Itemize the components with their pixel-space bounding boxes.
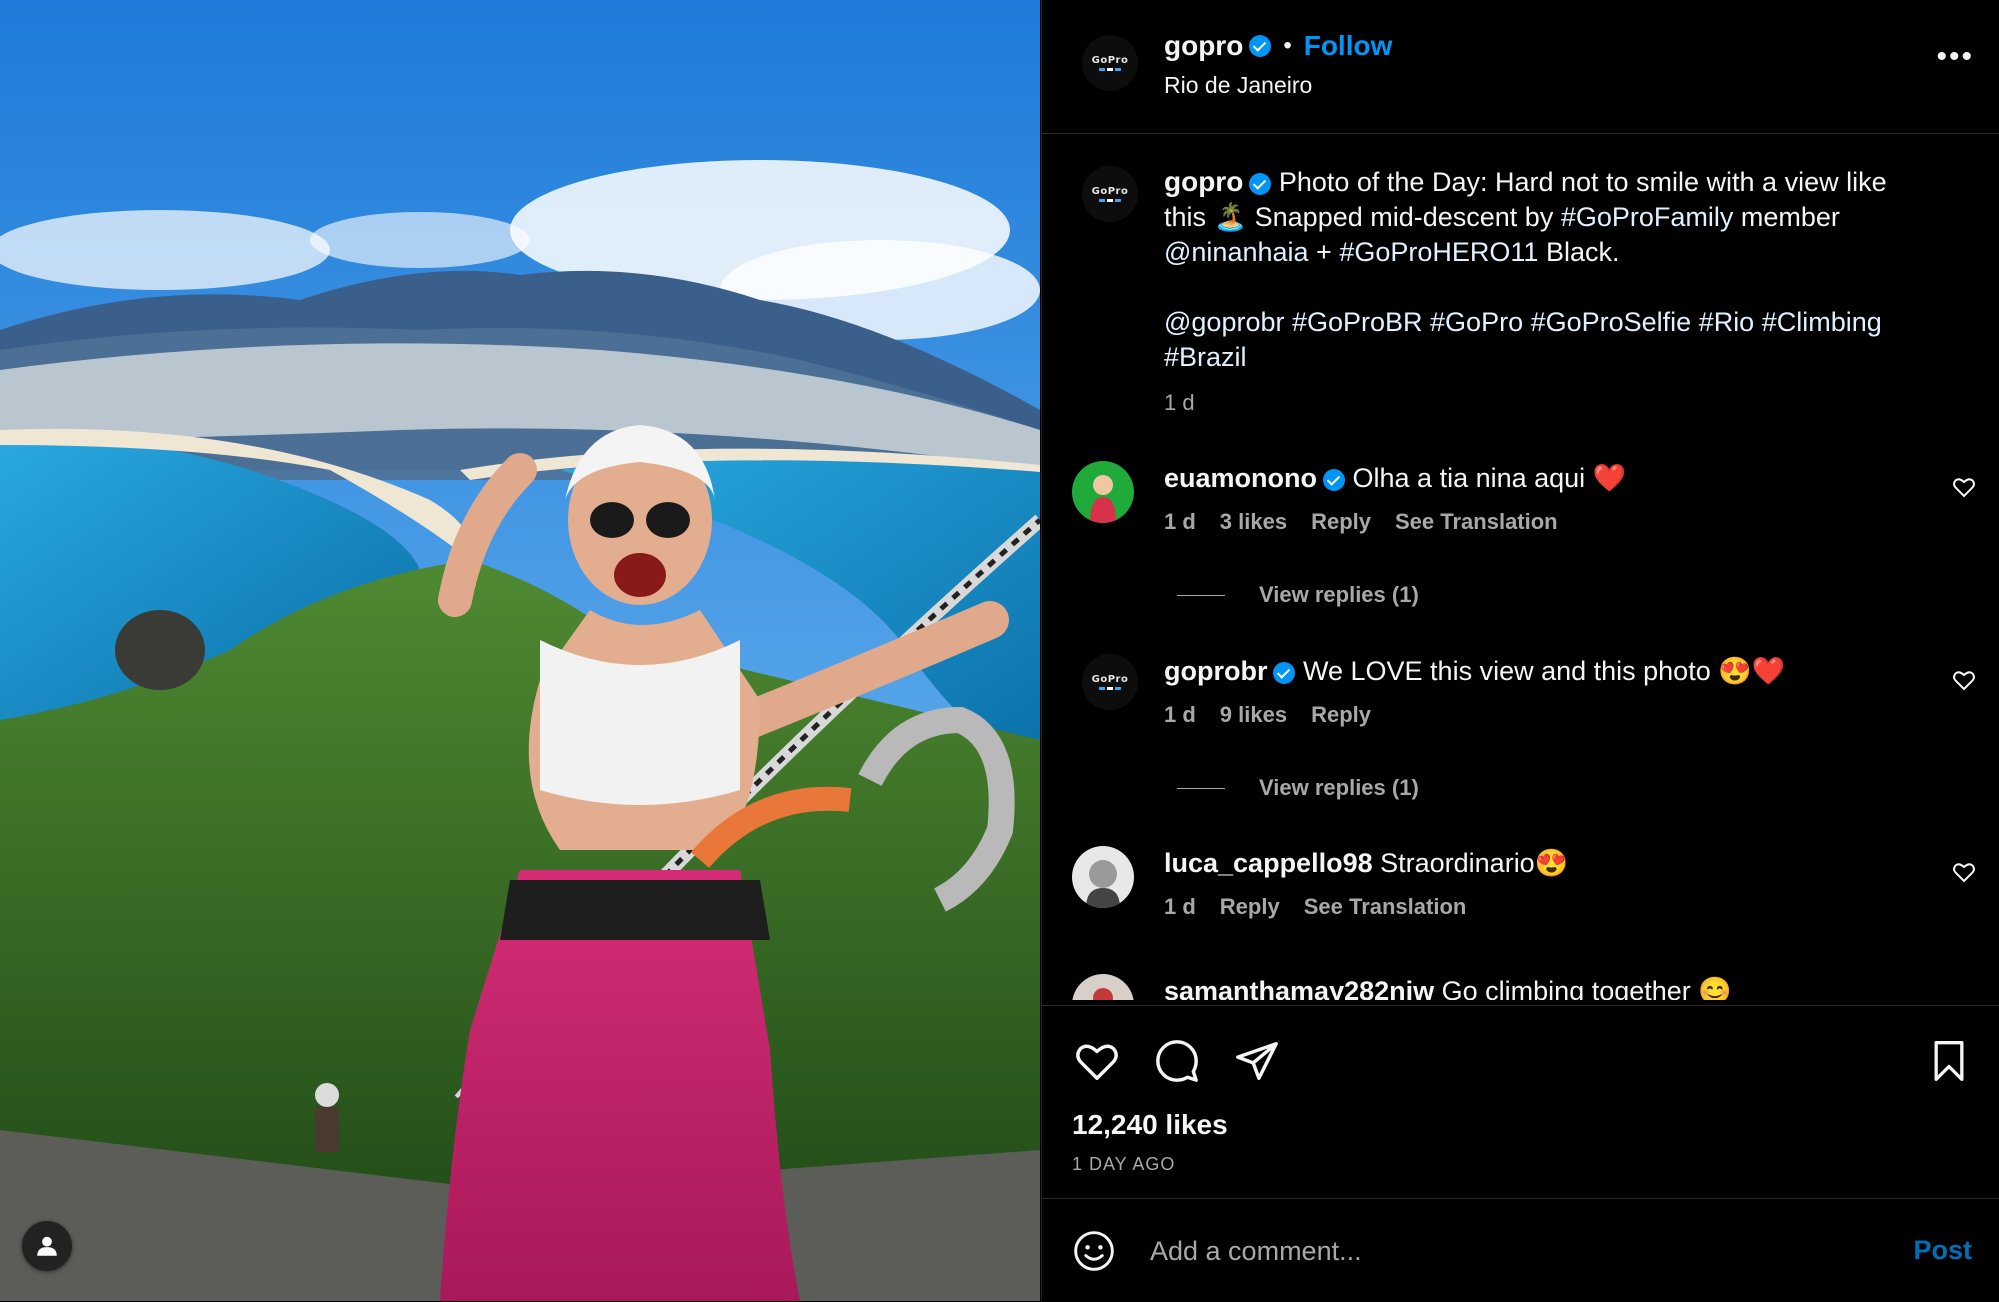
caption-text: Black. — [1545, 237, 1620, 267]
see-translation-button[interactable]: See Translation — [1304, 894, 1467, 920]
post-action-bar: 12,240 likes 1 DAY AGO — [1042, 1005, 1999, 1199]
more-icon[interactable]: ••• — [1936, 42, 1974, 72]
hashtag-link[interactable]: #GoProHERO11 — [1339, 237, 1538, 267]
commenter-avatar[interactable]: GoPro — [1082, 654, 1138, 710]
commenter-username[interactable]: luca_cappello98 — [1164, 848, 1373, 878]
verified-icon — [1249, 172, 1272, 195]
avatar-logo: GoPro — [1091, 55, 1129, 66]
post-caption: gopro Photo of the Day: Hard not to smil… — [1164, 164, 1934, 420]
commenter-username[interactable]: samanthamay282niw — [1164, 976, 1434, 1000]
author-username[interactable]: gopro — [1164, 30, 1243, 62]
view-replies-label: View replies (1) — [1259, 582, 1419, 607]
verified-icon — [1273, 661, 1296, 684]
post-side-panel: GoPro gopro • Follow Rio de Janeiro ••• … — [1041, 0, 1999, 1301]
verified-icon — [1249, 35, 1272, 57]
mention-link[interactable]: @ninanhaia — [1164, 237, 1309, 267]
reply-button[interactable]: Reply — [1220, 894, 1280, 920]
avatar-logo: GoPro — [1091, 186, 1129, 197]
post-header: GoPro gopro • Follow Rio de Janeiro ••• — [1042, 0, 1999, 134]
commenter-avatar[interactable] — [1072, 974, 1134, 1000]
separator-dot: • — [1283, 32, 1292, 59]
view-replies-label: View replies (1) — [1259, 775, 1419, 800]
replies-divider — [1177, 594, 1225, 596]
gopro-logo-bars — [1099, 687, 1121, 690]
hashtag-link[interactable]: #GoProFamily — [1561, 202, 1734, 232]
caption-hashtags[interactable]: @goprobr #GoProBR #GoPro #GoProSelfie #R… — [1164, 305, 1934, 375]
comment-like-heart-icon[interactable] — [1952, 860, 1976, 889]
post-time: 1 DAY AGO — [1072, 1154, 1176, 1174]
comment-text: Olha a tia nina aqui ❤️ — [1352, 463, 1627, 493]
caption-author-username[interactable]: gopro — [1164, 166, 1243, 197]
comment-likes[interactable]: 3 likes — [1220, 509, 1287, 535]
commenter-username[interactable]: euamonono — [1164, 463, 1317, 493]
verified-icon — [1323, 468, 1345, 491]
view-replies-button[interactable]: View replies (1) — [1177, 582, 1419, 608]
replies-divider — [1177, 787, 1225, 789]
comment-time: 1 d — [1164, 894, 1196, 919]
caption-time: 1 d — [1164, 390, 1195, 415]
avatar-logo: GoPro — [1091, 674, 1129, 685]
comment-icon[interactable] — [1152, 1036, 1202, 1086]
comment-time: 1 d — [1164, 702, 1196, 727]
caption-text: + — [1316, 237, 1332, 267]
user-tag-icon[interactable] — [22, 1221, 72, 1271]
comment-like-heart-icon[interactable] — [1952, 475, 1976, 504]
comment-input-bar: Post — [1042, 1198, 1999, 1302]
post-comment-button[interactable]: Post — [1913, 1235, 1972, 1266]
commenter-avatar[interactable] — [1072, 461, 1134, 523]
comment-time: 1 d — [1164, 509, 1196, 534]
gopro-logo-bars — [1099, 199, 1121, 202]
share-icon[interactable] — [1232, 1036, 1282, 1086]
caption-text: member — [1740, 202, 1840, 232]
author-avatar[interactable]: GoPro — [1082, 35, 1138, 91]
comment-input[interactable] — [1148, 1225, 1832, 1277]
commenter-username[interactable]: goprobr — [1164, 656, 1267, 686]
post-photo[interactable] — [0, 0, 1040, 1301]
view-replies-button[interactable]: View replies (1) — [1177, 775, 1419, 801]
comment-like-heart-icon[interactable] — [1952, 668, 1976, 697]
gopro-logo-bars — [1099, 68, 1121, 71]
comment-text: Straordinario😍 — [1380, 848, 1569, 878]
emoji-icon[interactable] — [1072, 1229, 1116, 1278]
see-translation-button[interactable]: See Translation — [1395, 509, 1558, 535]
heart-icon[interactable] — [1072, 1036, 1122, 1086]
reply-button[interactable]: Reply — [1311, 702, 1371, 728]
comment-likes[interactable]: 9 likes — [1220, 702, 1287, 728]
comment-text: We LOVE this view and this photo 😍❤️ — [1303, 656, 1786, 686]
commenter-avatar[interactable] — [1072, 846, 1134, 908]
caption-author-avatar[interactable]: GoPro — [1082, 166, 1138, 222]
bookmark-icon[interactable] — [1924, 1036, 1974, 1086]
reply-button[interactable]: Reply — [1311, 509, 1371, 535]
follow-button[interactable]: Follow — [1304, 30, 1393, 62]
comment-text: Go climbing together 😊 — [1441, 976, 1732, 1000]
likes-count[interactable]: 12,240 likes — [1072, 1109, 1228, 1141]
post-location[interactable]: Rio de Janeiro — [1164, 72, 1312, 99]
comments-scroll-area[interactable]: GoPro gopro Photo of the Day: Hard not t… — [1042, 134, 1999, 1000]
